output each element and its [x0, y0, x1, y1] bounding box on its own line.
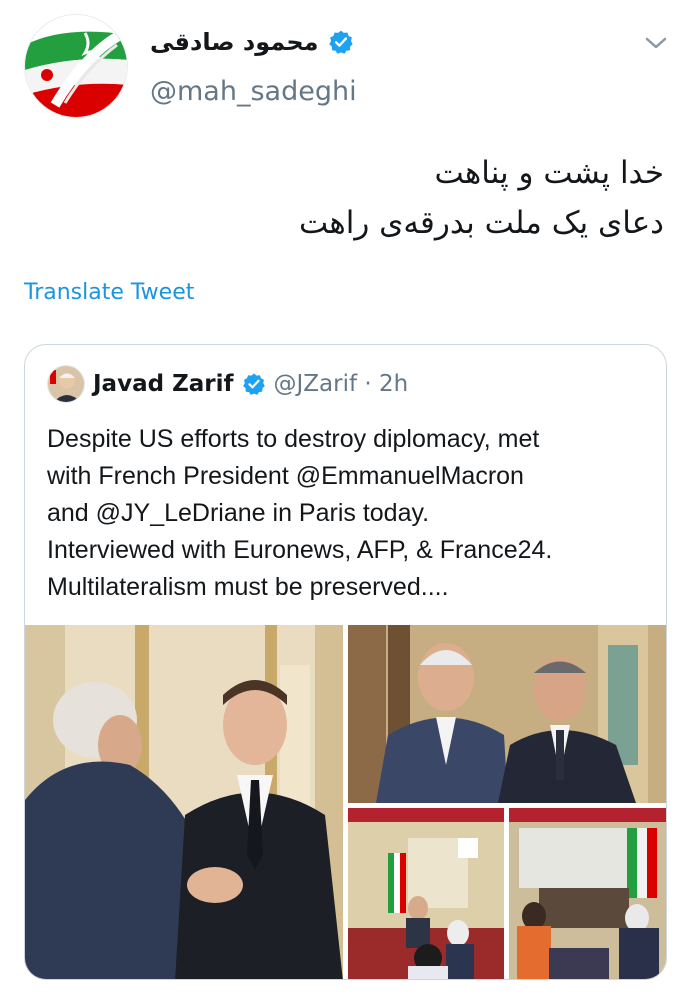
author-avatar[interactable] — [24, 14, 128, 118]
quoted-handle-time: @JZarif · 2h — [273, 371, 409, 397]
photo-interview-room[interactable] — [348, 808, 504, 979]
photo-two-men[interactable] — [348, 625, 666, 803]
quoted-author-name: Javad Zarif — [93, 371, 234, 397]
quoted-text-line: Multilateralism must be preserved.... — [47, 573, 449, 601]
verified-badge-icon — [329, 30, 354, 54]
verified-badge-icon — [242, 373, 265, 395]
quoted-text-line: Interviewed with Euronews, AFP, & France… — [47, 536, 553, 564]
author-display-name[interactable]: محمود صادقی — [150, 28, 318, 56]
photo-handshake[interactable] — [25, 625, 343, 979]
quoted-author-avatar — [47, 365, 85, 403]
chevron-down-icon[interactable] — [644, 34, 668, 52]
author-name-row: محمود صادقی — [150, 28, 354, 56]
quoted-tweet-text: Despite US efforts to destroy diplomacy,… — [47, 421, 657, 606]
photo-interview-flag[interactable] — [509, 808, 666, 979]
quoted-text-line: Despite US efforts to destroy diplomacy,… — [47, 425, 540, 453]
tweet-text: خدا پشت و پناهت دعای یک ملت بدرقه‌ی راهت — [144, 148, 664, 248]
quoted-media-grid — [25, 625, 666, 979]
tweet-text-line: دعای یک ملت بدرقه‌ی راهت — [298, 205, 664, 241]
tweet-text-line: خدا پشت و پناهت — [434, 155, 664, 191]
quoted-text-line: with French President @EmmanuelMacron — [47, 462, 524, 490]
translate-tweet-link[interactable]: Translate Tweet — [24, 280, 194, 305]
quoted-tweet-card[interactable]: Javad Zarif @JZarif · 2h Despite US effo… — [24, 344, 667, 980]
quoted-tweet-header: Javad Zarif @JZarif · 2h — [47, 365, 408, 403]
quoted-text-line: and @JY_LeDriane in Paris today. — [47, 499, 430, 527]
author-handle[interactable]: @mah_sadeghi — [150, 76, 357, 107]
